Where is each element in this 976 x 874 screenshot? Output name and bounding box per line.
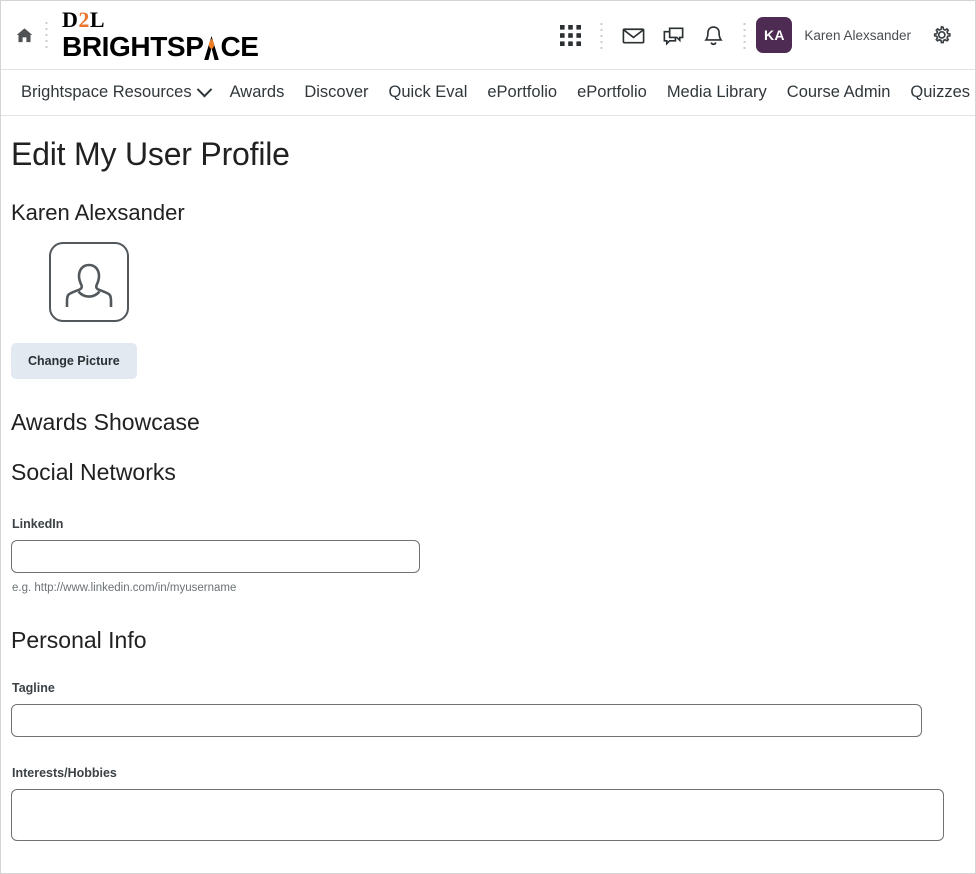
bell-icon[interactable]: [693, 15, 733, 55]
header-divider: [45, 20, 48, 50]
browser-page: D2L BRIGHTSP CE KA Karen Alexsander Brig…: [0, 0, 976, 874]
chevron-down-icon: [196, 81, 212, 98]
nav-item-quick-eval[interactable]: Quick Eval: [379, 77, 478, 108]
brightspace-text-part2: CE: [220, 30, 259, 62]
nav-item-media-library[interactable]: Media Library: [657, 77, 777, 108]
header-actions: KA Karen Alexsander: [550, 15, 961, 55]
gear-icon[interactable]: [921, 15, 961, 55]
page-title: Edit My User Profile: [11, 136, 290, 172]
brightspace-text-part1: BRIGHTSP: [62, 30, 204, 62]
nav-item-course-admin[interactable]: Course Admin: [777, 77, 901, 108]
profile-user-name: Karen Alexsander: [11, 200, 185, 225]
nav-item-brightspace-resources[interactable]: Brightspace Resources: [11, 77, 220, 108]
course-navigation-bar: Brightspace Resources Awards Discover Qu…: [1, 69, 975, 116]
chat-bubble-icon[interactable]: [653, 15, 693, 55]
interests-field-label: Interests/Hobbies: [12, 766, 117, 780]
top-navigation-bar: D2L BRIGHTSP CE KA Karen Alexsander: [1, 1, 975, 69]
interests-textarea[interactable]: [11, 789, 944, 841]
user-name-label[interactable]: Karen Alexsander: [804, 28, 911, 43]
nav-item-label: Brightspace Resources: [21, 83, 192, 101]
profile-picture-block: Change Picture: [11, 242, 965, 379]
nav-item-eportfolio-2[interactable]: ePortfolio: [567, 77, 657, 108]
tagline-field-label: Tagline: [12, 681, 55, 695]
tagline-input[interactable]: [11, 704, 922, 737]
avatar[interactable]: KA: [756, 17, 793, 53]
d2l-wordmark: D2L: [62, 6, 259, 32]
nav-item-awards[interactable]: Awards: [220, 77, 295, 108]
d2l-letter-l: L: [89, 6, 106, 32]
waffle-menu-icon[interactable]: [550, 15, 590, 55]
nav-item-eportfolio-1[interactable]: ePortfolio: [477, 77, 567, 108]
linkedin-help-text: e.g. http://www.linkedin.com/in/myuserna…: [12, 582, 237, 594]
d2l-digit-2: 2: [78, 6, 90, 32]
person-silhouette-icon: [65, 263, 113, 307]
linkedin-input[interactable]: [11, 540, 420, 573]
main-content: Edit My User Profile Karen Alexsander Ch…: [1, 136, 975, 873]
brightspace-wordmark: BRIGHTSP CE: [62, 30, 259, 62]
change-picture-button[interactable]: Change Picture: [11, 343, 137, 379]
personal-info-heading: Personal Info: [11, 627, 147, 653]
header-divider-2: [600, 21, 604, 49]
social-networks-heading: Social Networks: [11, 459, 176, 485]
flame-a-icon: [203, 34, 220, 61]
d2l-letter-d: D: [62, 6, 79, 32]
profile-picture-placeholder: [49, 242, 129, 322]
home-icon[interactable]: [11, 22, 37, 48]
linkedin-field-label: LinkedIn: [12, 517, 64, 531]
awards-showcase-heading: Awards Showcase: [11, 409, 200, 435]
nav-item-discover[interactable]: Discover: [294, 77, 378, 108]
brightspace-logo[interactable]: D2L BRIGHTSP CE: [62, 6, 259, 62]
envelope-icon[interactable]: [613, 15, 653, 55]
nav-item-quizzes[interactable]: Quizzes: [900, 77, 975, 108]
header-divider-3: [743, 21, 747, 49]
